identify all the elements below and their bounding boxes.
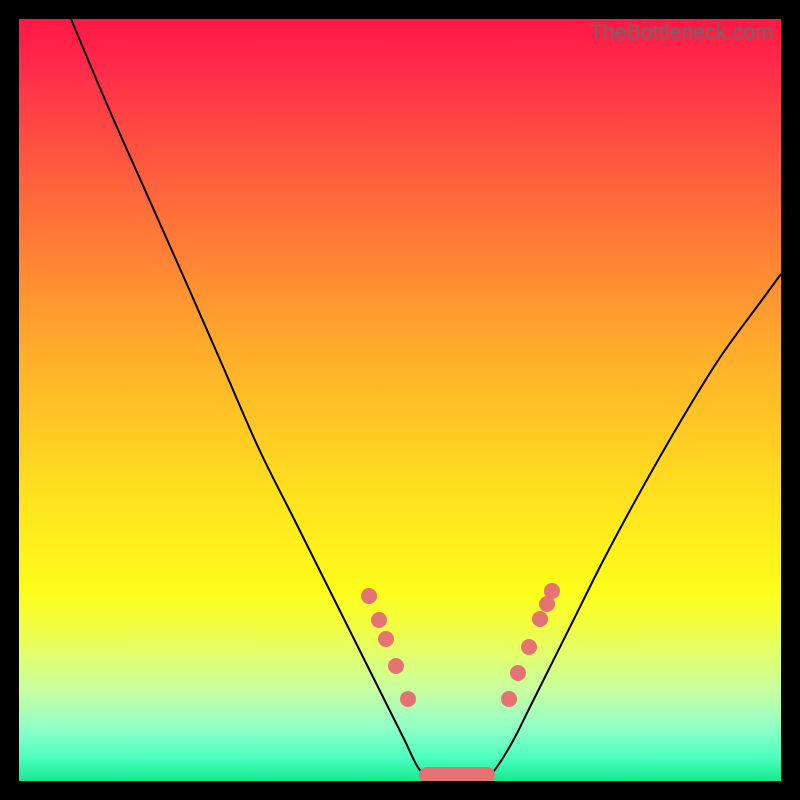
flat-bar <box>419 767 495 781</box>
data-marker <box>400 691 416 707</box>
data-marker <box>388 658 404 674</box>
left-curve <box>71 19 425 777</box>
data-marker <box>361 588 377 604</box>
data-marker <box>521 639 537 655</box>
right-curve <box>489 274 781 777</box>
markers-left <box>361 588 416 707</box>
markers-right <box>501 583 560 707</box>
data-marker <box>544 583 560 599</box>
data-marker <box>378 631 394 647</box>
chart-frame: TheBottleneck.com <box>19 19 781 781</box>
flat-bar-segment <box>419 767 495 781</box>
bottleneck-chart <box>19 19 781 781</box>
data-marker <box>501 691 517 707</box>
data-marker <box>532 611 548 627</box>
data-marker <box>371 612 387 628</box>
data-marker <box>510 665 526 681</box>
